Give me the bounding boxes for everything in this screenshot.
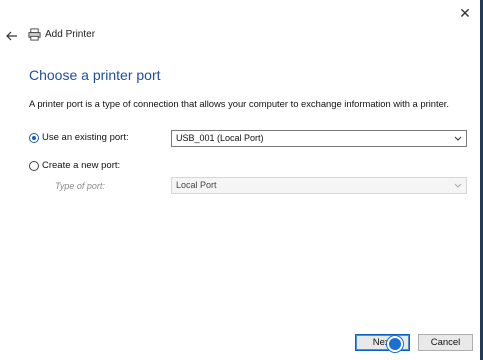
chevron-down-icon bbox=[454, 183, 462, 188]
next-button[interactable]: Next bbox=[355, 334, 410, 351]
create-port-radio[interactable] bbox=[29, 161, 39, 171]
create-port-label[interactable]: Create a new port: bbox=[42, 160, 120, 171]
existing-port-label[interactable]: Use an existing port: bbox=[42, 132, 129, 143]
existing-port-select[interactable]: USB_001 (Local Port) bbox=[171, 130, 467, 147]
back-arrow-icon bbox=[6, 31, 17, 41]
page-description: A printer port is a type of connection t… bbox=[29, 98, 450, 109]
port-type-select[interactable]: Local Port bbox=[171, 177, 467, 194]
close-button[interactable]: ✕ bbox=[456, 4, 474, 22]
click-indicator bbox=[389, 338, 401, 350]
back-button[interactable] bbox=[4, 28, 20, 44]
cancel-button[interactable]: Cancel bbox=[418, 334, 473, 351]
dialog-header-title: Add Printer bbox=[45, 29, 96, 40]
chevron-down-icon bbox=[454, 136, 462, 141]
port-type-value: Local Port bbox=[176, 180, 217, 190]
port-type-label: Type of port: bbox=[55, 181, 105, 191]
dialog-header: Add Printer bbox=[28, 28, 95, 41]
close-icon: ✕ bbox=[459, 5, 471, 21]
printer-icon bbox=[28, 28, 41, 41]
existing-port-value: USB_001 (Local Port) bbox=[176, 133, 264, 143]
existing-port-radio[interactable] bbox=[29, 133, 39, 143]
add-printer-dialog: ✕ Add Printer Choose a printer port A pr… bbox=[0, 0, 483, 360]
page-title: Choose a printer port bbox=[29, 67, 161, 83]
